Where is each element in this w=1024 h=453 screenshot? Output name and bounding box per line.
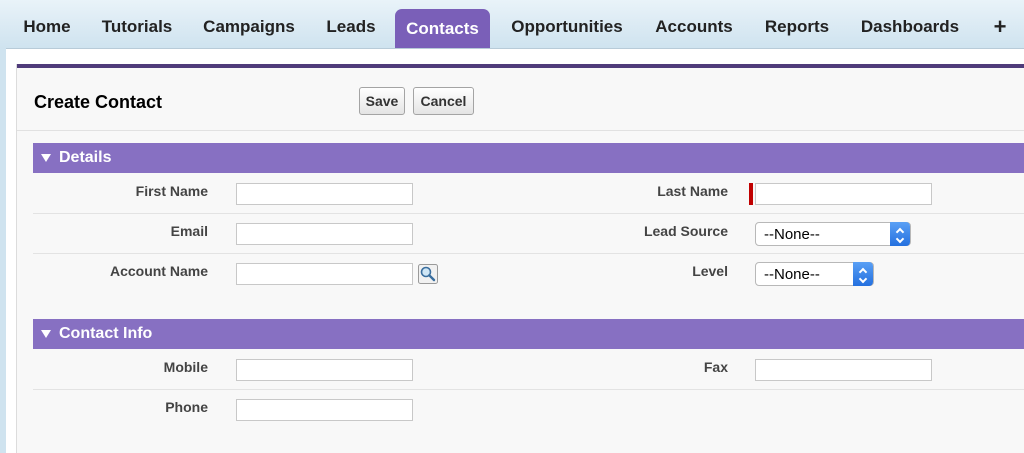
select-stepper-icon — [890, 222, 910, 246]
fax-label: Fax — [703, 359, 728, 375]
email-field[interactable] — [236, 223, 413, 245]
lead-source-label: Lead Source — [643, 223, 728, 239]
tab-bar: Home Tutorials Campaigns Leads Contacts … — [0, 0, 1024, 49]
lead-source-select[interactable]: --None-- — [755, 222, 911, 246]
phone-field[interactable] — [236, 399, 413, 421]
cancel-button[interactable]: Cancel — [413, 87, 474, 115]
tab-home[interactable]: Home — [10, 9, 84, 45]
details-section-header[interactable]: Details — [33, 143, 1024, 173]
account-name-label: Account Name — [109, 263, 208, 279]
lookup-magnifier-icon[interactable] — [418, 264, 438, 284]
first-name-label: First Name — [135, 183, 208, 199]
left-edge — [0, 48, 6, 453]
tab-tutorials[interactable]: Tutorials — [92, 9, 182, 45]
save-button[interactable]: Save — [359, 87, 405, 115]
lead-source-selected-value: --None-- — [764, 225, 820, 243]
mobile-label: Mobile — [163, 359, 208, 375]
details-section-title: Details — [59, 149, 112, 166]
create-contact-page: Create Contact Save Cancel Details First… — [16, 64, 1024, 453]
tab-campaigns[interactable]: Campaigns — [193, 9, 305, 45]
collapse-triangle-icon — [41, 330, 51, 338]
email-label: Email — [170, 223, 208, 239]
add-tab-plus-icon[interactable]: + — [985, 9, 1015, 45]
tab-reports[interactable]: Reports — [754, 9, 840, 45]
contact-info-section-header[interactable]: Contact Info — [33, 319, 1024, 349]
row-divider — [33, 253, 1024, 254]
phone-label: Phone — [165, 399, 208, 415]
tab-accounts[interactable]: Accounts — [645, 9, 743, 45]
tab-dashboards[interactable]: Dashboards — [850, 9, 970, 45]
select-stepper-icon — [853, 262, 873, 286]
mobile-field[interactable] — [236, 359, 413, 381]
collapse-triangle-icon — [41, 154, 51, 162]
tab-contacts[interactable]: Contacts — [395, 9, 490, 48]
last-name-field[interactable] — [755, 183, 932, 205]
page-title: Create Contact — [34, 92, 163, 112]
row-divider — [33, 389, 1024, 390]
tab-opportunities[interactable]: Opportunities — [500, 9, 634, 45]
contact-info-section-title: Contact Info — [59, 325, 153, 342]
row-divider — [33, 213, 1024, 214]
required-indicator — [749, 183, 753, 205]
first-name-field[interactable] — [236, 183, 413, 205]
account-name-field[interactable] — [236, 263, 413, 285]
level-selected-value: --None-- — [764, 265, 820, 283]
level-label: Level — [692, 263, 728, 279]
tab-leads[interactable]: Leads — [315, 9, 387, 45]
fax-field[interactable] — [755, 359, 932, 381]
page-header: Create Contact Save Cancel — [17, 68, 1024, 131]
last-name-label: Last Name — [657, 183, 728, 199]
level-select[interactable]: --None-- — [755, 262, 874, 286]
